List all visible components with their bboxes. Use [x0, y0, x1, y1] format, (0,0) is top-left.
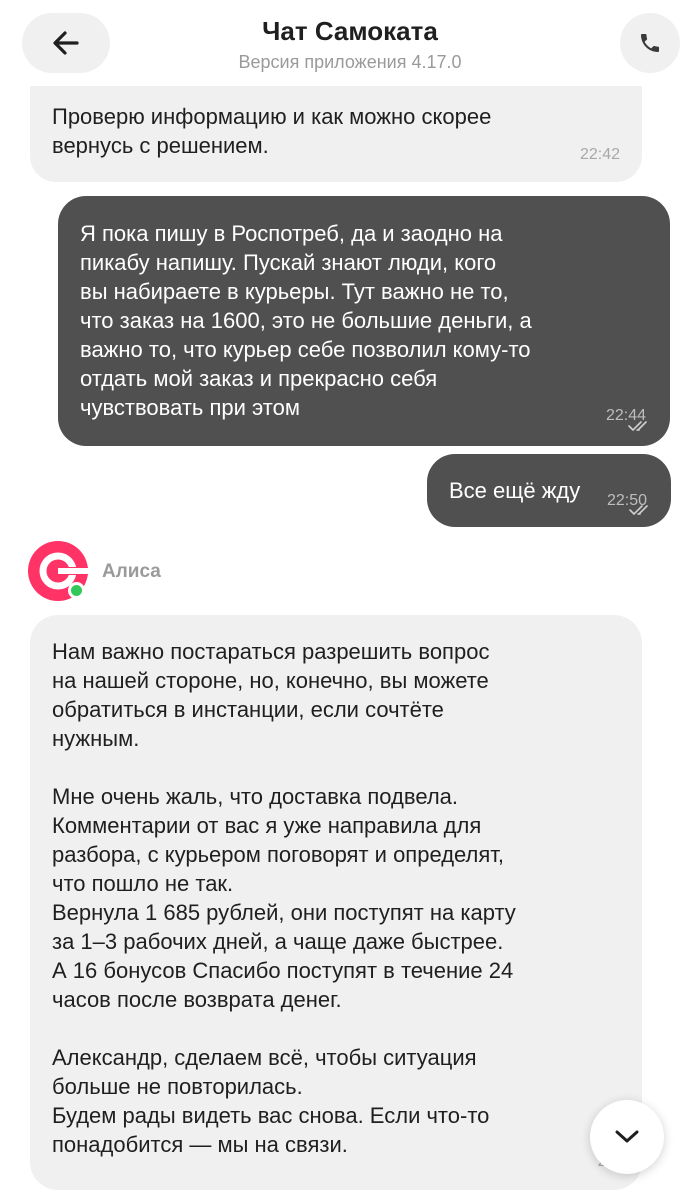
chat-title: Чат Самоката: [262, 16, 438, 46]
agent-name: Алиса: [102, 561, 161, 582]
message-bubble[interactable]: Нам важно постараться разрешить вопрос н…: [30, 615, 642, 1190]
scroll-down-button[interactable]: [590, 1100, 664, 1174]
message-time: 22:42: [579, 146, 620, 163]
message-bubble[interactable]: Я пока пишу в Роспотреб, да и заодно на …: [58, 196, 670, 446]
message-text: Я пока пишу в Роспотреб, да и заодно на …: [80, 221, 532, 420]
online-status-dot: [68, 582, 85, 599]
double-check-icon: [629, 505, 648, 515]
call-button[interactable]: [620, 13, 680, 73]
chat-header: Чат Самоката Версия приложения 4.17.0: [0, 0, 700, 86]
message-text: Нам важно постараться разрешить вопрос н…: [52, 639, 516, 1157]
phone-icon: [641, 34, 659, 52]
message-bubble[interactable]: Все ещё жду 22:50: [427, 454, 671, 527]
app-version: Версия приложения 4.17.0: [238, 52, 462, 72]
chevron-down-icon: [615, 1130, 639, 1143]
chat-screen: Чат Самоката Версия приложения 4.17.0 Пр…: [0, 0, 700, 1198]
message-bubble[interactable]: Проверю информацию и как можно скорее ве…: [30, 72, 642, 182]
message-text: Проверю информацию и как можно скорее ве…: [52, 104, 492, 158]
double-check-icon: [628, 421, 647, 431]
